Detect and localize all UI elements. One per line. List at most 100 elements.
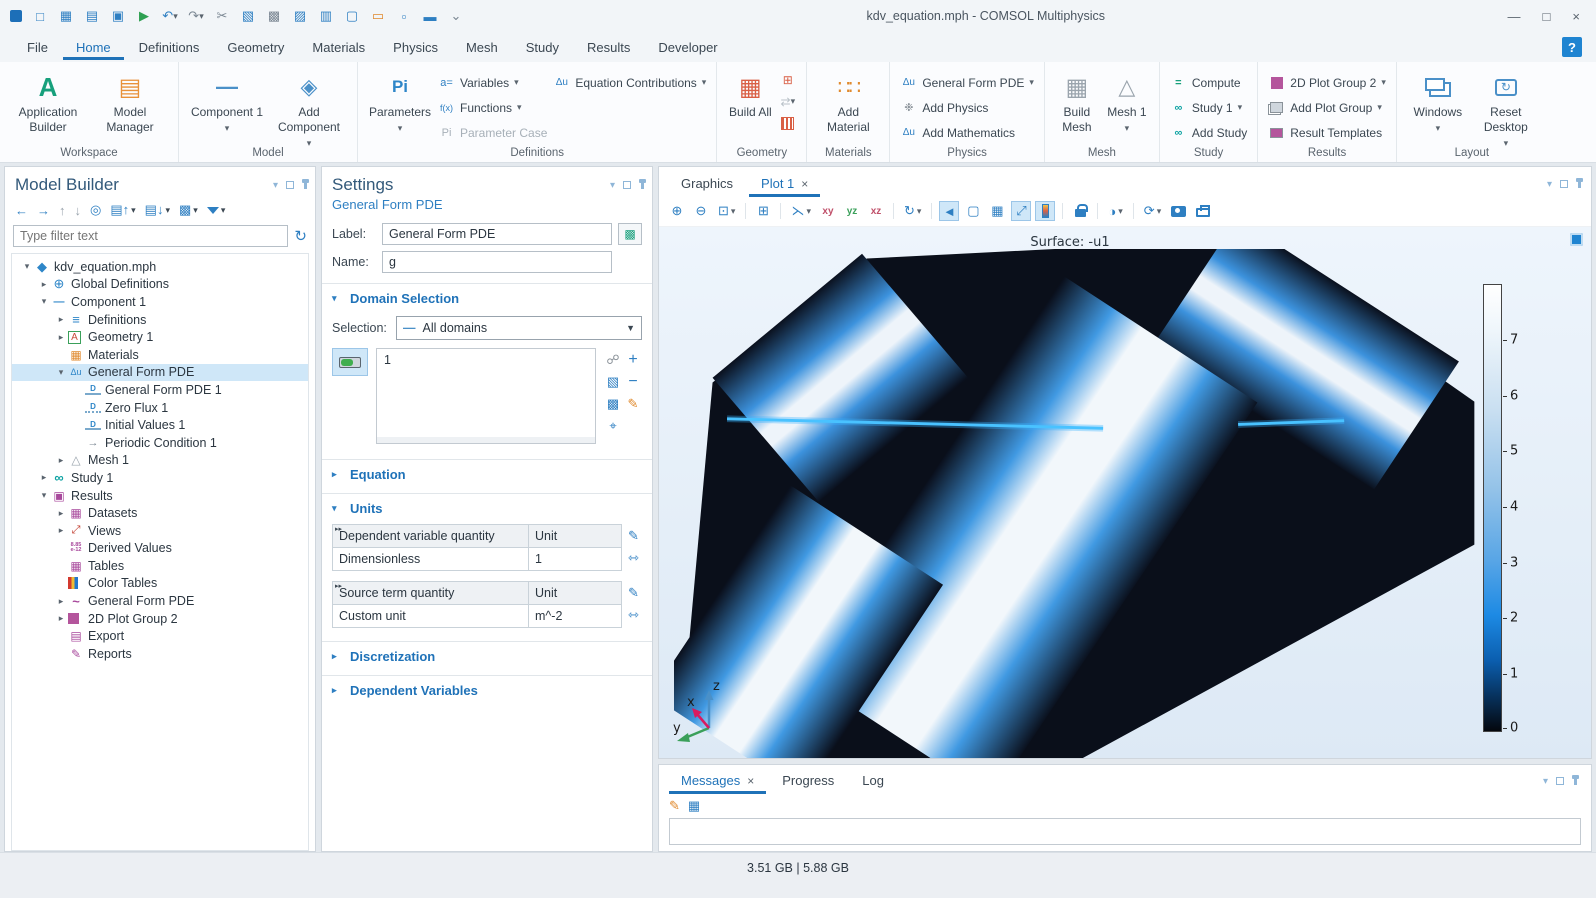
dependent-variable-quantity-table[interactable]: ▸▸Dependent variable quantity Unit Dimen… — [332, 524, 622, 571]
tree-item-general-form-pde-1[interactable]: DGeneral Form PDE 1 — [12, 381, 308, 399]
menu-physics[interactable]: Physics — [380, 35, 451, 60]
maximize-button[interactable]: □ — [1543, 9, 1551, 24]
tree-item-export[interactable]: ▤Export — [12, 627, 308, 645]
tree-item-periodic-condition-1[interactable]: →Periodic Condition 1 — [12, 434, 308, 452]
menu-file[interactable]: File — [14, 35, 61, 60]
cut-icon[interactable]: ✂ — [214, 8, 230, 24]
move-up-icon[interactable]: ↑ — [59, 203, 66, 218]
zoom-in-icon[interactable]: ⊕ — [667, 201, 687, 221]
customize-toolbar-icon[interactable]: ⌄ — [448, 8, 464, 24]
minimize-button[interactable]: — — [1508, 9, 1521, 24]
tree-item-views[interactable]: ▸⤢Views — [12, 522, 308, 540]
close-tab-icon[interactable]: × — [747, 774, 754, 788]
tab-progress[interactable]: Progress — [770, 768, 846, 794]
label-field[interactable] — [382, 223, 612, 245]
build-mesh-button[interactable]: ▦ Build Mesh — [1055, 70, 1099, 135]
show-axis-orientation-icon[interactable]: ⤢ — [1011, 201, 1031, 221]
collapse-all-icon[interactable]: ▤↑▾ — [110, 202, 135, 218]
domain-selection-header[interactable]: ▾ Domain Selection — [332, 291, 642, 306]
add-physics-button[interactable]: ❉ Add Physics — [900, 97, 1034, 118]
tree-item-datasets[interactable]: ▸▦Datasets — [12, 504, 308, 522]
result-templates-button[interactable]: Result Templates — [1268, 122, 1386, 143]
tab-messages[interactable]: Messages× — [669, 768, 766, 794]
build-all-button[interactable]: ▦ Build All — [727, 70, 773, 120]
view-yz-icon[interactable]: yz — [842, 201, 862, 221]
duplicate-icon[interactable]: ▨ — [292, 8, 308, 24]
pin-panel-icon[interactable] — [1574, 778, 1577, 785]
tree-item-initial-values-1[interactable]: DInitial Values 1 — [12, 416, 308, 434]
domain-selection-list[interactable]: 1 — [376, 348, 596, 444]
edit-quantity-icon[interactable]: ✎ — [628, 528, 639, 544]
equation-header[interactable]: ▸ Equation — [332, 467, 642, 482]
save-as-icon[interactable]: ▣ — [110, 8, 126, 24]
change-unit-icon[interactable]: ⇿ — [628, 550, 639, 566]
view-xz-icon[interactable]: xz — [866, 201, 886, 221]
add-plot-group-button[interactable]: Add Plot Group ▾ — [1268, 97, 1386, 118]
zoom-out-icon[interactable]: ⊖ — [691, 201, 711, 221]
tree-item-2d-plot-group-2[interactable]: ▸2D Plot Group 2 — [12, 610, 308, 628]
tab-log[interactable]: Log — [850, 768, 896, 794]
show-icon[interactable]: ◎ — [90, 202, 101, 218]
expand-all-icon[interactable]: ▤↓▾ — [145, 202, 170, 218]
filter-icon[interactable]: ▾ — [207, 205, 226, 216]
grid-icon[interactable]: ▦ — [987, 201, 1007, 221]
float-panel-icon[interactable] — [1556, 777, 1564, 785]
add-to-selection-icon[interactable]: + — [624, 350, 642, 370]
message-table-icon[interactable]: ▦ — [688, 798, 700, 814]
plot-group-button[interactable]: 2D Plot Group 2 ▾ — [1268, 72, 1386, 93]
tree-item-reports[interactable]: ✎Reports — [12, 645, 308, 663]
menu-geometry[interactable]: Geometry — [214, 35, 297, 60]
model-manager-button[interactable]: ▤ Model Manager — [92, 70, 168, 135]
zoom-extents-icon[interactable]: ⊞ — [753, 201, 773, 221]
find-icon[interactable]: ▫ — [396, 8, 412, 24]
tree-item-general-form-pde[interactable]: ▾ΔuGeneral Form PDE — [12, 364, 308, 382]
view-xy-icon[interactable]: xy — [818, 201, 838, 221]
tree-item-geometry-1[interactable]: ▸AGeometry 1 — [12, 328, 308, 346]
tree-item-component-1[interactable]: ▾—Component 1 — [12, 293, 308, 311]
edit-quantity-icon[interactable]: ✎ — [628, 585, 639, 601]
tree-item-global-definitions[interactable]: ▸⊕Global Definitions — [12, 276, 308, 294]
open-file-icon[interactable]: ▦ — [58, 8, 74, 24]
float-panel-icon[interactable] — [623, 181, 631, 189]
refresh-icon[interactable]: ↻ — [294, 227, 307, 245]
tree-item-root[interactable]: ▾◆kdv_equation.mph — [12, 258, 308, 276]
add-study-button[interactable]: ∞ Add Study — [1170, 122, 1247, 143]
pin-panel-icon[interactable] — [641, 182, 644, 189]
model-tree-node-text-icon[interactable]: ▩▾ — [179, 202, 198, 218]
clear-selection-icon[interactable]: ✎ — [624, 394, 642, 414]
zoom-to-selection-icon[interactable]: ⌖ — [604, 416, 622, 436]
tree-item-definitions[interactable]: ▸≡Definitions — [12, 311, 308, 329]
menu-mesh[interactable]: Mesh — [453, 35, 511, 60]
view-orientation-icon[interactable]: ⋋▾ — [788, 201, 814, 221]
float-panel-icon[interactable] — [1560, 180, 1568, 188]
tree-item-study-1[interactable]: ▸∞Study 1 — [12, 469, 308, 487]
plot-canvas[interactable]: Surface: -u1 — [659, 227, 1591, 758]
remove-from-selection-icon[interactable]: − — [624, 372, 642, 392]
variables-button[interactable]: a= Variables ▾ — [438, 72, 547, 93]
active-toggle-button[interactable] — [332, 348, 368, 376]
copy-icon[interactable]: ▧ — [240, 8, 256, 24]
panel-menu-icon[interactable]: ▾ — [273, 180, 278, 191]
name-field[interactable] — [382, 251, 612, 273]
add-material-button[interactable]: ∷∷ Add Material — [817, 70, 879, 135]
undo-icon[interactable]: ↶▾ — [162, 8, 178, 24]
tree-item-materials[interactable]: ▦Materials — [12, 346, 308, 364]
add-component-button[interactable]: ◈ Add Component ▾ — [271, 70, 347, 149]
forward-icon[interactable]: → — [37, 203, 50, 218]
redo-icon[interactable]: ↷▾ — [188, 8, 204, 24]
import-geometry-icon[interactable]: ⊞ — [779, 72, 796, 87]
menu-results[interactable]: Results — [574, 35, 643, 60]
clear-messages-icon[interactable]: ✎ — [669, 798, 680, 814]
menu-home[interactable]: Home — [63, 35, 124, 60]
menu-definitions[interactable]: Definitions — [126, 35, 213, 60]
back-icon[interactable]: ← — [15, 203, 28, 218]
tree-item-tables[interactable]: ▦Tables — [12, 557, 308, 575]
color-theme-icon[interactable]: ◑▾ — [1105, 201, 1125, 221]
tree-item-mesh-1[interactable]: ▸△Mesh 1 — [12, 452, 308, 470]
delete-icon[interactable]: ▥ — [318, 8, 334, 24]
save-icon[interactable]: ▤ — [84, 8, 100, 24]
mesh-1-button[interactable]: △ Mesh 1 ▾ — [1105, 70, 1149, 134]
equation-contributions-button[interactable]: Δu Equation Contributions ▾ — [553, 72, 706, 93]
lock-icon[interactable] — [1070, 201, 1090, 221]
add-mathematics-button[interactable]: Δu Add Mathematics — [900, 122, 1034, 143]
